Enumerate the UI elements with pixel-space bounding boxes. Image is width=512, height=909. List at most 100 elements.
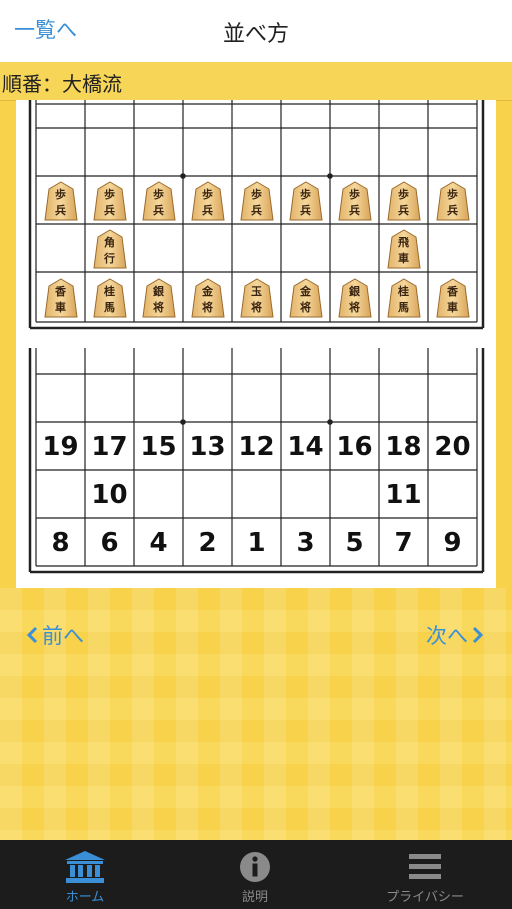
board-cell: 歩兵 — [85, 177, 134, 225]
bank-icon — [65, 851, 105, 883]
tab-privacy[interactable]: プライバシー — [340, 840, 510, 909]
piece-char: 歩 — [447, 188, 458, 201]
board-cell: 歩兵 — [36, 177, 85, 225]
order-cell: 18 — [379, 423, 428, 471]
tab-explanation[interactable]: 説明 — [170, 840, 340, 909]
piece-char: 角 — [104, 236, 115, 249]
board-cell: 金将 — [183, 274, 232, 322]
pawn-piece: 歩兵 — [141, 181, 176, 221]
board-cell: 玉将 — [232, 274, 281, 322]
pawn-piece: 歩兵 — [92, 181, 127, 221]
order-number: 4 — [149, 528, 168, 558]
order-number: 2 — [198, 528, 217, 558]
order-cell: 6 — [85, 519, 134, 567]
piece-char: 金 — [300, 285, 311, 298]
order-cell: 7 — [379, 519, 428, 567]
pawn-piece: 歩兵 — [337, 181, 372, 221]
piece-char: 馬 — [104, 301, 115, 314]
back-rank-piece: 桂馬 — [386, 278, 421, 318]
order-cell: 1 — [232, 519, 281, 567]
order-cell: 20 — [428, 423, 477, 471]
back-rank-piece: 玉将 — [239, 278, 274, 318]
piece-char: 桂 — [398, 285, 409, 298]
order-cell: 14 — [281, 423, 330, 471]
piece-char: 兵 — [202, 204, 213, 217]
board-cell: 歩兵 — [232, 177, 281, 225]
back-rank-piece: 銀将 — [337, 278, 372, 318]
piece-char: 兵 — [398, 204, 409, 217]
board-cell: 飛車 — [379, 225, 428, 273]
board-cell: 歩兵 — [183, 177, 232, 225]
piece-char: 桂 — [104, 285, 115, 298]
board-cell: 銀将 — [330, 274, 379, 322]
order-number: 10 — [91, 480, 128, 510]
order-cell: 10 — [85, 471, 134, 519]
page-title: 並べ方 — [222, 22, 289, 47]
tab-bar: ホーム 説明 プライバシー — [0, 840, 512, 909]
piece-char: 兵 — [447, 204, 458, 217]
board-cell: 銀将 — [134, 274, 183, 322]
order-cell: 9 — [428, 519, 477, 567]
board-cell: 歩兵 — [330, 177, 379, 225]
order-cell: 15 — [134, 423, 183, 471]
piece-char: 兵 — [55, 204, 66, 217]
tab-privacy-label: プライバシー — [386, 890, 464, 905]
board-cell: 歩兵 — [379, 177, 428, 225]
board-cell: 金将 — [281, 274, 330, 322]
order-label: 順番：大橋流 — [2, 72, 122, 96]
navigation-bar: 一覧へ 並べ方 — [0, 0, 512, 63]
piece-char: 将 — [202, 301, 213, 314]
order-number: 3 — [296, 528, 315, 558]
order-number: 18 — [385, 432, 422, 462]
info-icon — [240, 852, 270, 882]
order-number: 16 — [336, 432, 373, 462]
order-number: 8 — [51, 528, 70, 558]
next-label: 次へ — [426, 624, 468, 648]
board-cell: 歩兵 — [428, 177, 477, 225]
piece-char: 馬 — [398, 301, 409, 314]
board-cell: 角行 — [85, 225, 134, 273]
chevron-right-icon — [472, 626, 484, 644]
order-number: 6 — [100, 528, 119, 558]
piece-char: 玉 — [251, 285, 262, 298]
order-number: 19 — [42, 432, 79, 462]
piece-char: 兵 — [153, 204, 164, 217]
order-header: 順番：大橋流 — [0, 62, 512, 101]
order-number: 9 — [443, 528, 462, 558]
pawn-piece: 歩兵 — [239, 181, 274, 221]
pawn-piece: 歩兵 — [43, 181, 78, 221]
piece-char: 兵 — [300, 204, 311, 217]
tab-home-label: ホーム — [65, 890, 105, 905]
back-rank-piece: 香車 — [43, 278, 78, 318]
pieces-board: 歩兵歩兵歩兵歩兵歩兵歩兵歩兵歩兵歩兵角行飛車香車桂馬銀将金将玉将金将銀将桂馬香車 — [16, 100, 496, 336]
board-cell: 歩兵 — [134, 177, 183, 225]
piece-char: 将 — [251, 301, 262, 314]
piece-char: 車 — [398, 252, 409, 265]
major-piece: 角行 — [92, 229, 127, 269]
prev-label: 前へ — [42, 624, 84, 648]
pawn-piece: 歩兵 — [386, 181, 421, 221]
order-number: 20 — [434, 432, 471, 462]
next-button[interactable]: 次へ — [426, 620, 484, 650]
menu-icon — [409, 854, 441, 879]
piece-char: 香 — [55, 285, 66, 298]
piece-char: 兵 — [251, 204, 262, 217]
order-cell: 17 — [85, 423, 134, 471]
board-cell: 桂馬 — [85, 274, 134, 322]
order-number: 1 — [247, 528, 266, 558]
order-cell: 13 — [183, 423, 232, 471]
piece-char: 歩 — [251, 188, 262, 201]
piece-char: 銀 — [349, 285, 360, 298]
tab-home[interactable]: ホーム — [0, 840, 170, 909]
piece-char: 歩 — [55, 188, 66, 201]
piece-char: 香 — [447, 285, 458, 298]
order-cell: 8 — [36, 519, 85, 567]
chevron-left-icon — [26, 626, 38, 644]
order-number: 7 — [394, 528, 413, 558]
order-number: 12 — [238, 432, 275, 462]
prev-button[interactable]: 前へ — [26, 620, 84, 650]
order-number: 11 — [385, 480, 422, 510]
pawn-piece: 歩兵 — [435, 181, 470, 221]
piece-char: 歩 — [300, 188, 311, 201]
piece-char: 兵 — [104, 204, 115, 217]
